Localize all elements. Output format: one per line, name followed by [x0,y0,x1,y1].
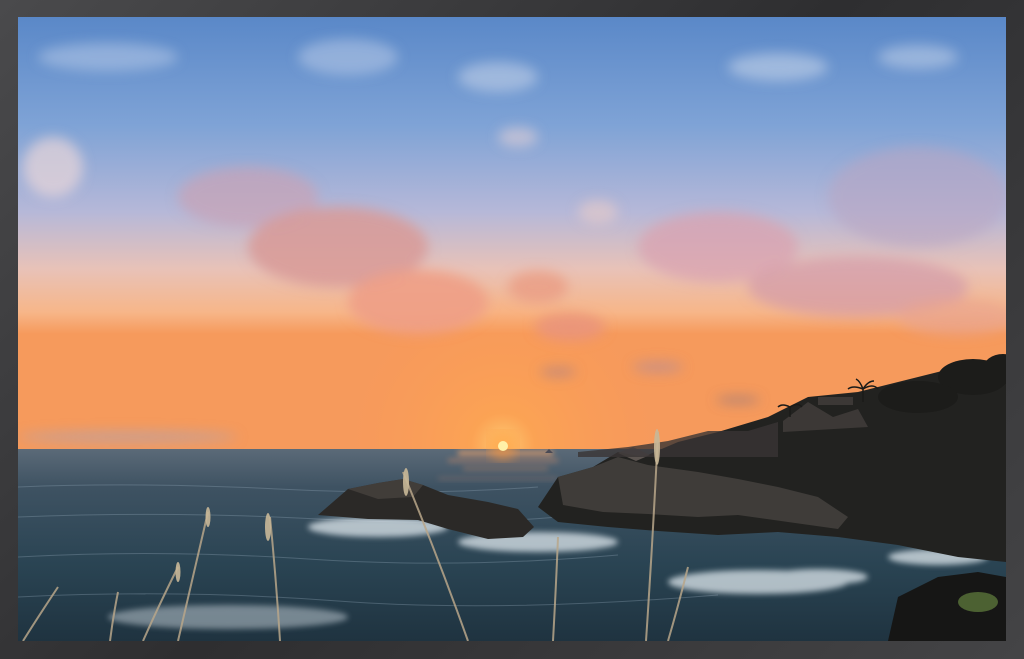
sunset-scene [18,17,1006,641]
picture-frame [0,0,1024,659]
photo [18,17,1006,641]
sun [498,441,508,451]
